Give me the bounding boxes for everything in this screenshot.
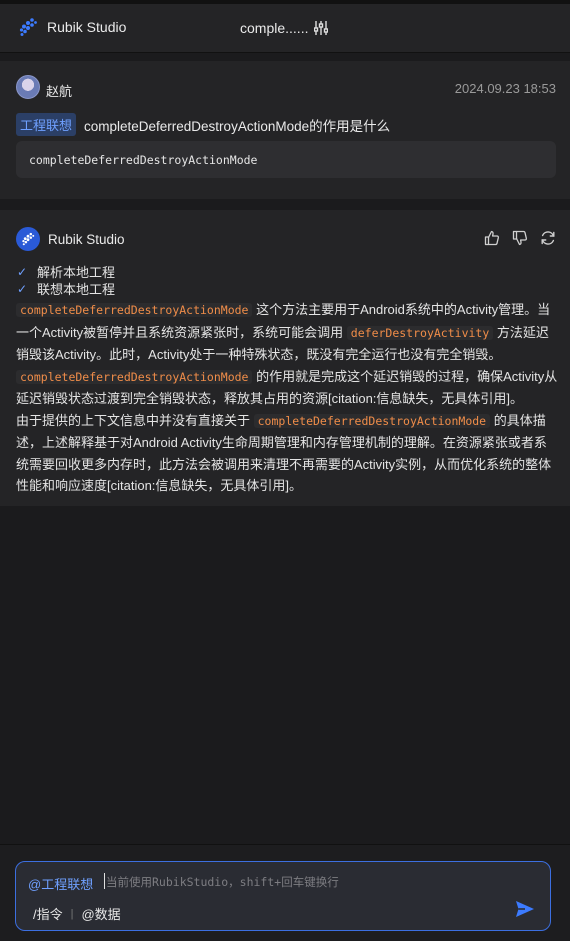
assistant-message: Rubik Studio ✓ 解析本地工程 ✓ 联想本地工程 completeD… <box>0 210 570 506</box>
step-item: ✓ 联想本地工程 <box>17 281 115 298</box>
conversation-title-text: comple...... <box>240 20 309 36</box>
user-name: 赵航 <box>46 84 73 99</box>
message-timestamp: 2024.09.23 18:53 <box>454 81 556 96</box>
brand: Rubik Studio <box>18 17 126 37</box>
input-commands: /指令 | @数据 <box>33 904 121 923</box>
thumbs-down-icon[interactable] <box>512 230 528 246</box>
text-caret <box>104 873 105 889</box>
check-icon: ✓ <box>17 282 28 296</box>
input-context-tag[interactable]: @工程联想 <box>28 874 93 893</box>
check-icon: ✓ <box>17 265 28 279</box>
answer-segment: 由于提供的上下文信息中并没有直接关于 <box>16 412 254 428</box>
assistant-avatar <box>16 227 40 251</box>
app-name: Rubik Studio <box>47 19 127 35</box>
input-placeholder[interactable]: 当前使用RubikStudio，shift+回车键换行 <box>106 874 339 890</box>
answer-text: completeDeferredDestroyActionMode 这个方法主要… <box>16 299 558 497</box>
avatar <box>16 75 40 99</box>
sliders-icon[interactable] <box>314 20 330 36</box>
message-actions <box>484 230 556 246</box>
assistant-header: Rubik Studio <box>16 227 125 251</box>
send-icon[interactable] <box>514 898 536 920</box>
step-label: 联想本地工程 <box>37 282 116 297</box>
refresh-icon[interactable] <box>540 230 556 246</box>
data-button[interactable]: @数据 <box>81 904 120 923</box>
context-tag: 工程联想 <box>16 113 77 136</box>
conversation-title[interactable]: comple...... <box>240 20 330 36</box>
thumbs-up-icon[interactable] <box>484 230 500 246</box>
chat-input-area: @工程联想 当前使用RubikStudio，shift+回车键换行 /指令 | … <box>0 844 570 941</box>
step-item: ✓ 解析本地工程 <box>17 264 115 281</box>
step-label: 解析本地工程 <box>37 265 116 280</box>
user-question: completeDeferredDestroyActionMode的作用是什么 <box>84 119 391 134</box>
divider: | <box>70 907 74 920</box>
progress-steps: ✓ 解析本地工程 ✓ 联想本地工程 <box>17 264 115 298</box>
inline-code: completeDeferredDestroyActionMode <box>253 413 491 428</box>
code-snippet: completeDeferredDestroyActionMode <box>16 141 556 178</box>
chat-input[interactable]: @工程联想 当前使用RubikStudio，shift+回车键换行 /指令 | … <box>15 861 551 931</box>
top-bar: Rubik Studio comple...... <box>0 0 570 53</box>
command-button[interactable]: /指令 <box>33 904 63 923</box>
inline-code: completeDeferredDestroyActionMode <box>16 369 253 384</box>
rubik-logo-icon <box>18 17 38 37</box>
inline-code: completeDeferredDestroyActionMode <box>16 303 253 317</box>
inline-code: deferDestroyActivity <box>346 325 494 340</box>
assistant-name: Rubik Studio <box>48 231 125 247</box>
user-message: 赵航 2024.09.23 18:53 工程联想 completeDeferre… <box>0 61 570 199</box>
